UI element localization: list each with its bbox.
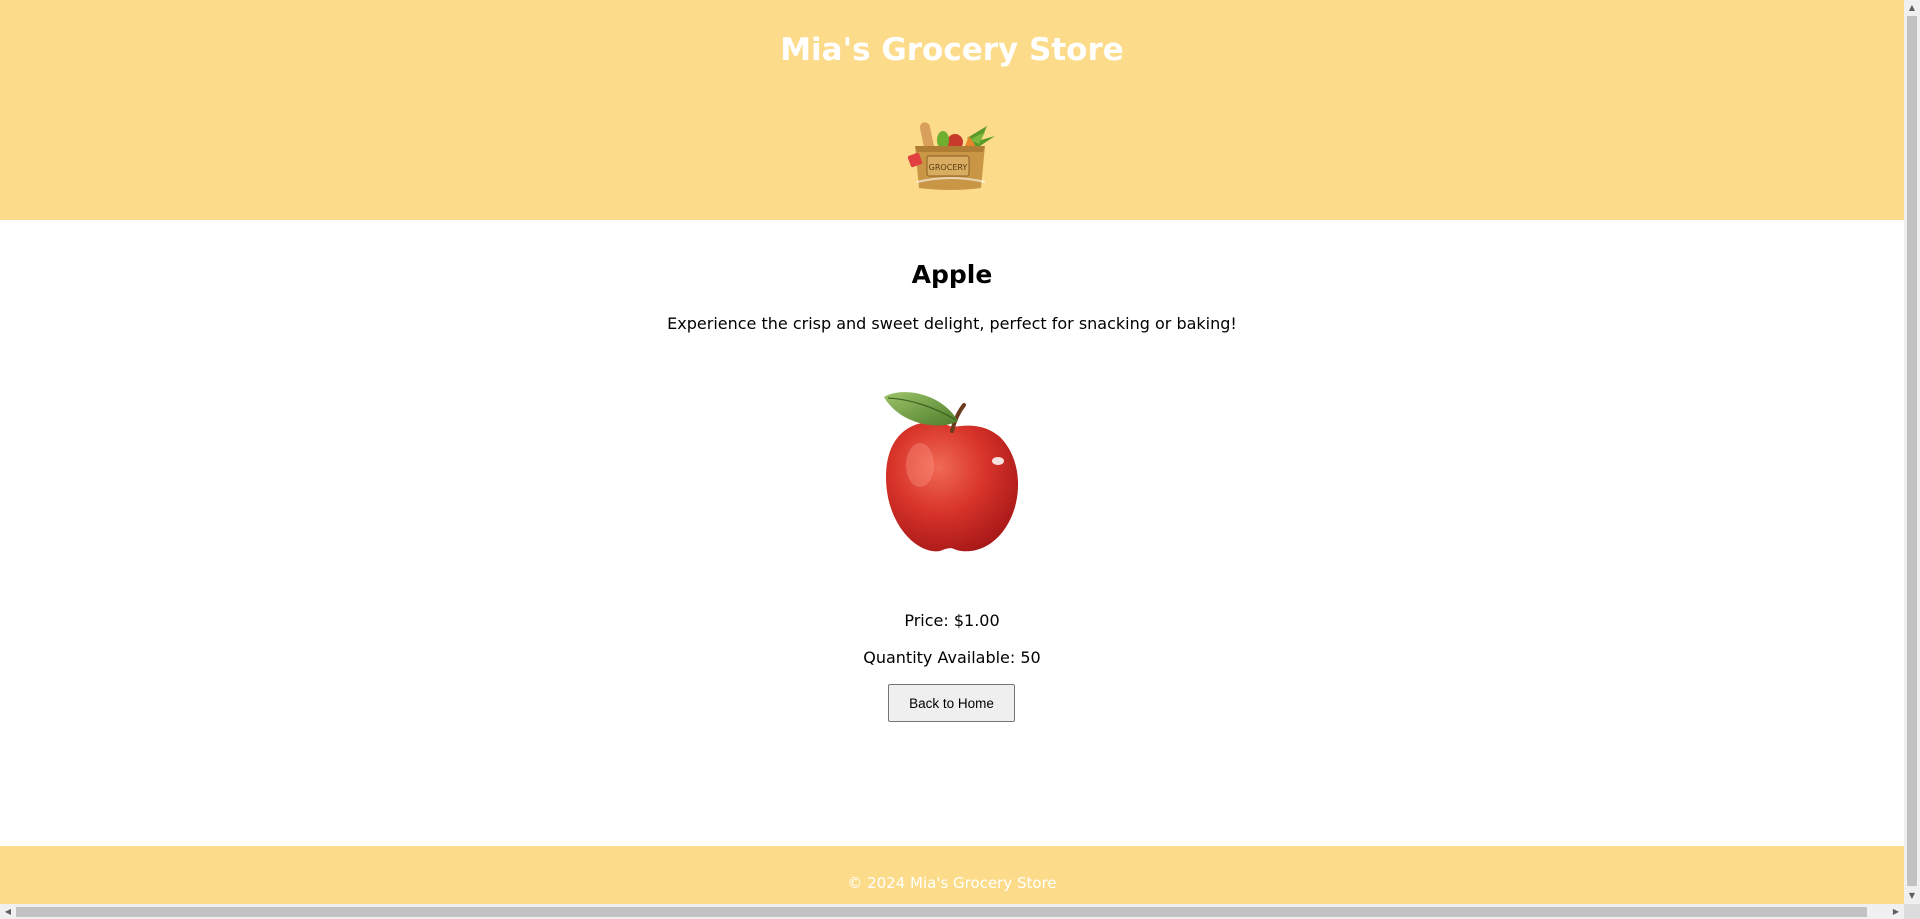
scroll-up-icon[interactable]: ▲ bbox=[1904, 1, 1920, 15]
apple-icon bbox=[880, 385, 1024, 557]
product-description: Experience the crisp and sweet delight, … bbox=[667, 314, 1237, 333]
scrollbar-corner bbox=[1904, 904, 1920, 919]
logo-text: GROCERY bbox=[929, 163, 968, 172]
product-quantity: Quantity Available: 50 bbox=[863, 648, 1041, 667]
vertical-scrollbar[interactable]: ▲ ▼ bbox=[1904, 0, 1920, 904]
horizontal-scrollbar[interactable]: ◀ ▶ bbox=[0, 904, 1904, 919]
scroll-right-icon[interactable]: ▶ bbox=[1889, 904, 1903, 919]
product-price: Price: $1.00 bbox=[904, 611, 1000, 630]
horizontal-scroll-thumb[interactable] bbox=[16, 907, 1867, 917]
product-name: Apple bbox=[911, 260, 993, 289]
scroll-down-icon[interactable]: ▼ bbox=[1904, 889, 1920, 903]
site-title: Mia's Grocery Store bbox=[780, 32, 1124, 68]
page-viewport: Mia's Grocery Store GROCERY Apple Experi… bbox=[0, 0, 1904, 904]
product-detail: Apple Experience the crisp and sweet del… bbox=[0, 220, 1904, 846]
back-to-home-button[interactable]: Back to Home bbox=[888, 684, 1015, 722]
footer-copyright: © 2024 Mia's Grocery Store bbox=[847, 874, 1057, 892]
scroll-left-icon[interactable]: ◀ bbox=[1, 904, 15, 919]
site-header: Mia's Grocery Store GROCERY bbox=[0, 0, 1904, 220]
vertical-scroll-thumb[interactable] bbox=[1907, 16, 1917, 886]
site-footer: © 2024 Mia's Grocery Store bbox=[0, 846, 1904, 904]
grocery-bag-icon: GROCERY bbox=[907, 118, 995, 192]
